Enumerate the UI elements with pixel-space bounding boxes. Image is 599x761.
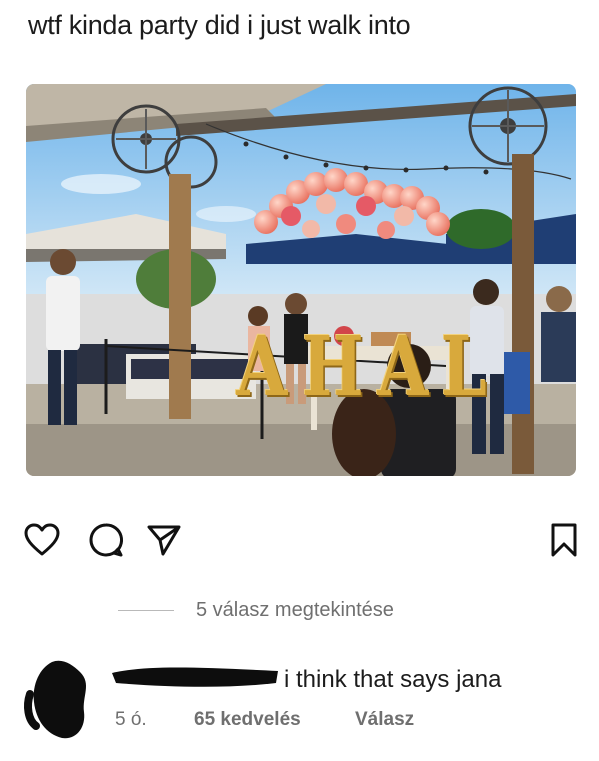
reply-button[interactable]: Válasz: [355, 709, 414, 731]
share-button[interactable]: [144, 522, 184, 562]
comment-timestamp: 5 ó.: [115, 709, 147, 730]
like-button[interactable]: [22, 522, 62, 562]
balloon-letter-4: L: [440, 319, 487, 415]
post-actions-bar: [0, 522, 599, 562]
redaction-scribble: [112, 667, 278, 687]
comment-button[interactable]: [86, 522, 126, 562]
party-scene-image: [26, 84, 576, 476]
send-icon: [147, 525, 181, 556]
post-photo[interactable]: A H A L: [26, 84, 576, 476]
comment-text: i think that says jana: [284, 666, 502, 693]
balloon-letters: A H A L: [230, 308, 490, 408]
heart-icon: [24, 523, 60, 556]
save-button[interactable]: [544, 522, 584, 562]
username-redaction: [106, 661, 282, 691]
post-caption: wtf kinda party did i just walk into: [28, 10, 411, 40]
view-replies-link[interactable]: 5 válasz megtekintése: [118, 598, 394, 622]
avatar[interactable]: [22, 654, 94, 744]
balloon-letter-2: H: [301, 319, 364, 415]
balloon-letter-1: A: [236, 319, 288, 415]
comment-likes-link[interactable]: 65 kedvelés: [194, 709, 301, 731]
fan-right: [468, 86, 548, 166]
bookmark-icon: [551, 523, 577, 557]
balloon-letter-3: A: [377, 319, 429, 415]
replies-divider: [118, 609, 174, 611]
view-replies-label: 5 válasz megtekintése: [196, 598, 394, 621]
avatar-redaction-scribble: [24, 660, 87, 739]
comment-icon: [89, 523, 124, 557]
